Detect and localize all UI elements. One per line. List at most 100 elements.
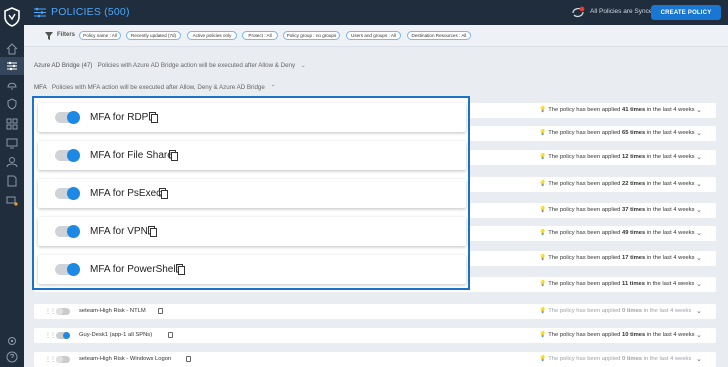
chevron-down-icon[interactable]: ⌄ — [696, 307, 702, 315]
group-header-mfa[interactable]: MFA Policies with MFA action will be exe… — [34, 84, 276, 91]
app-logo-icon[interactable] — [3, 7, 21, 27]
copy-icon[interactable] — [159, 188, 168, 199]
policy-toggle[interactable] — [56, 356, 70, 363]
usage-count: 0 times — [622, 356, 643, 362]
policy-row-mfa-psexec[interactable]: MFA for PsExec — [38, 179, 466, 208]
filters-label: Filters — [57, 32, 76, 38]
chevron-down-icon[interactable]: ⌄ — [696, 129, 702, 137]
filter-chip-protect[interactable]: Protect : All — [242, 31, 278, 40]
usage-suffix: in the last 4 weeks — [646, 154, 695, 160]
filter-chip-policy-group[interactable]: Policy group : no groups — [283, 31, 340, 40]
document-icon[interactable] — [5, 174, 19, 188]
toggle-knob — [56, 356, 63, 363]
filter-bar: Filters Policy name : All Recently updat… — [24, 25, 728, 47]
policy-name: seteam-High Risk - NTLM — [79, 308, 146, 314]
policy-row[interactable]: ⋮⋮ seteam-High Risk - Windows Logon 💡 The p… — [34, 352, 716, 367]
policies-title-icon — [34, 7, 46, 18]
home-icon[interactable] — [5, 42, 19, 56]
policy-toggle[interactable] — [55, 149, 80, 162]
policy-row-mfa-rdp[interactable]: MFA for RDP — [38, 103, 466, 132]
usage-count: 12 times — [622, 154, 646, 160]
filter-chip-recently-updated[interactable]: Recently updated (7d) — [126, 31, 181, 40]
filter-icon — [45, 32, 53, 40]
usage-prefix: The policy has been applied — [548, 255, 621, 261]
filter-chip-active-only[interactable]: Active policies only — [187, 31, 237, 40]
chevron-up-icon: ⌃ — [270, 84, 276, 91]
usage-info: 💡 The policy has been applied 17 times in… — [539, 255, 695, 261]
usage-info: 💡 The policy has been applied 10 times in… — [539, 332, 695, 338]
policy-name: MFA for RDP — [90, 112, 149, 123]
lightbulb-icon: 💡 — [539, 332, 547, 338]
settings-icon[interactable] — [5, 334, 19, 348]
chevron-down-icon[interactable]: ⌄ — [696, 355, 702, 363]
shield-icon[interactable] — [5, 97, 19, 111]
usage-count: 10 times — [622, 332, 646, 338]
user-icon[interactable] — [5, 155, 19, 169]
usage-suffix: in the last 4 weeks — [646, 255, 695, 261]
sync-status: All Policies are Synced — [590, 8, 657, 15]
policy-toggle[interactable] — [56, 332, 70, 339]
create-policy-button[interactable]: CREATE POLICY — [651, 5, 721, 20]
copy-icon[interactable] — [176, 264, 185, 275]
usage-info: 💡 The policy has been applied 41 times in… — [539, 107, 695, 113]
grid-icon[interactable] — [5, 117, 19, 131]
chevron-down-icon: ⌄ — [300, 62, 306, 69]
policy-row-mfa-vpn[interactable]: MFA for VPN — [38, 217, 466, 246]
group-header-azure[interactable]: Azure AD Bridge (47) Policies with Azure… — [34, 62, 306, 69]
chevron-down-icon[interactable]: ⌄ — [696, 153, 702, 161]
lightbulb-icon: 💡 — [539, 154, 547, 160]
lightbulb-icon: 💡 — [539, 107, 547, 113]
usage-count: 65 times — [622, 130, 646, 136]
filter-chip-destination[interactable]: Destination Resources : All — [407, 31, 471, 40]
top-bar: POLICIES (500) All Policies are Synced C… — [24, 0, 728, 25]
lightbulb-icon: 💡 — [539, 281, 547, 287]
policy-toggle[interactable] — [55, 187, 80, 200]
usage-prefix: The policy has been applied — [548, 207, 621, 213]
lightbulb-icon: 💡 — [539, 181, 547, 187]
policy-toggle[interactable] — [56, 308, 70, 315]
alerts-icon[interactable] — [5, 78, 19, 92]
chevron-down-icon[interactable]: ⌄ — [696, 331, 702, 339]
filter-chip-users-groups[interactable]: Users and groups : All — [346, 31, 401, 40]
chevron-down-icon[interactable]: ⌄ — [696, 180, 702, 188]
drag-handle-icon[interactable]: ⋮⋮ — [45, 308, 56, 315]
copy-icon[interactable] — [158, 308, 164, 314]
usage-prefix: The policy has been applied — [548, 356, 621, 362]
drag-handle-icon[interactable]: ⋮⋮ — [45, 332, 56, 339]
copy-icon[interactable] — [148, 226, 157, 237]
lightbulb-icon: 💡 — [539, 308, 547, 314]
lightbulb-icon: 💡 — [539, 207, 547, 213]
copy-icon[interactable] — [186, 356, 192, 362]
chevron-down-icon[interactable]: ⌄ — [696, 206, 702, 214]
chevron-down-icon[interactable]: ⌄ — [696, 106, 702, 114]
policies-icon[interactable] — [5, 59, 19, 73]
policy-name: MFA for File Share — [90, 150, 173, 161]
usage-info: 💡 The policy has been applied 0 times in … — [539, 308, 691, 314]
policy-row[interactable]: ⋮⋮ Guy-Desk1 (app-1 all SPNs) 💡 The policy … — [34, 328, 716, 343]
usage-prefix: The policy has been applied — [548, 107, 621, 113]
policy-row[interactable]: ⋮⋮ seteam-High Risk - NTLM 💡 The policy has… — [34, 304, 716, 319]
monitor-icon[interactable] — [5, 136, 19, 150]
policy-row-mfa-powershell[interactable]: MFA for PowerShell — [38, 255, 466, 284]
policy-toggle[interactable] — [55, 263, 80, 276]
copy-icon[interactable] — [167, 332, 173, 338]
filter-chip-policy-name[interactable]: Policy name : All — [79, 31, 121, 40]
devices-icon[interactable] — [5, 194, 19, 208]
group-name-mfa: MFA — [34, 84, 47, 91]
help-icon[interactable] — [5, 350, 19, 364]
copy-icon[interactable] — [149, 112, 158, 123]
chevron-down-icon[interactable]: ⌄ — [696, 254, 702, 262]
policy-row-mfa-file-share[interactable]: MFA for File Share — [38, 141, 466, 170]
toggle-knob — [67, 187, 80, 200]
chevron-down-icon[interactable]: ⌄ — [696, 229, 702, 237]
policy-toggle[interactable] — [55, 111, 80, 124]
drag-handle-icon[interactable]: ⋮⋮ — [45, 356, 56, 363]
toggle-knob — [67, 225, 80, 238]
toggle-knob — [56, 308, 63, 315]
copy-icon[interactable] — [169, 150, 178, 161]
usage-suffix: in the last 4 weeks — [646, 230, 695, 236]
policy-toggle[interactable] — [55, 225, 80, 238]
usage-prefix: The policy has been applied — [548, 154, 621, 160]
usage-suffix: in the last 4 weeks — [643, 356, 692, 362]
chevron-down-icon[interactable]: ⌄ — [696, 280, 702, 288]
